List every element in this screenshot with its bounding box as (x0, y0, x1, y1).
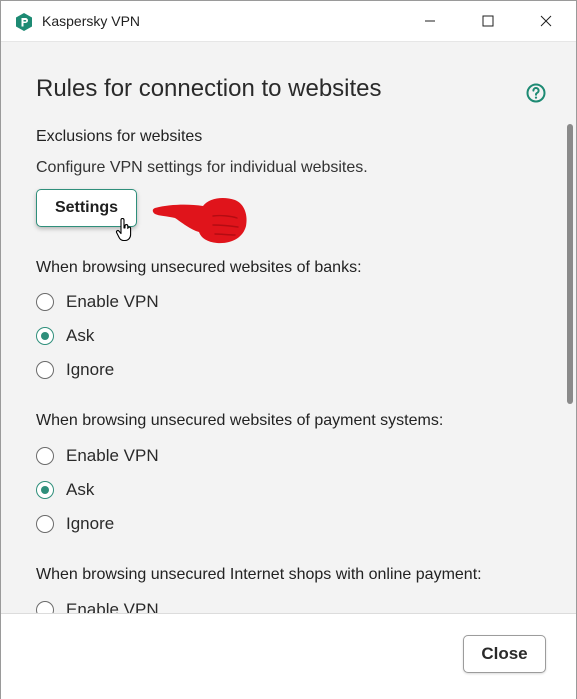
radio-label: Enable VPN (66, 292, 159, 311)
payment-option-enable-vpn[interactable]: Enable VPN (36, 445, 159, 467)
help-circle-icon[interactable] (526, 83, 546, 103)
app-window: Kaspersky VPN Rules for connection to we… (0, 0, 577, 699)
close-button[interactable]: Close (463, 635, 546, 673)
page-title: Rules for connection to websites (36, 75, 382, 102)
radio-button[interactable] (36, 361, 54, 379)
payment-systems-heading: When browsing unsecured websites of paym… (36, 412, 444, 429)
payment-option-ignore[interactable]: Ignore (36, 513, 114, 535)
banks-option-ask[interactable]: Ask (36, 325, 94, 347)
settings-panel: Rules for connection to websites Exclusi… (1, 42, 576, 613)
exclusions-description: Configure VPN settings for individual we… (36, 159, 368, 176)
scrollbar-thumb[interactable] (567, 124, 573, 404)
minimize-button[interactable] (401, 1, 459, 41)
pointing-hand-icon (152, 198, 247, 244)
radio-label: Enable VPN (66, 446, 159, 465)
title-bar: Kaspersky VPN (1, 1, 576, 42)
radio-button[interactable] (36, 515, 54, 533)
shops-option-enable-vpn[interactable]: Enable VPN (36, 599, 159, 613)
close-icon (540, 15, 552, 27)
banks-option-enable-vpn[interactable]: Enable VPN (36, 291, 159, 313)
maximize-icon (482, 15, 494, 27)
window-close-button[interactable] (517, 1, 575, 41)
radio-label: Ask (66, 326, 95, 345)
radio-label: Ask (66, 480, 95, 499)
radio-label: Ignore (66, 360, 115, 379)
exclusions-heading: Exclusions for websites (36, 128, 203, 145)
hand-cursor-icon (115, 218, 132, 242)
banks-heading: When browsing unsecured websites of bank… (36, 259, 362, 276)
kaspersky-logo-icon (16, 13, 32, 31)
payment-option-ask[interactable]: Ask (36, 479, 94, 501)
internet-shops-heading: When browsing unsecured Internet shops w… (36, 566, 482, 583)
dialog-footer: Close (1, 613, 576, 699)
maximize-button[interactable] (459, 1, 517, 41)
banks-option-ignore[interactable]: Ignore (36, 359, 114, 381)
radio-button[interactable] (36, 293, 54, 311)
radio-label: Ignore (66, 514, 115, 533)
minimize-icon (425, 20, 435, 22)
window-title: Kaspersky VPN (42, 13, 141, 29)
radio-label: Enable VPN (66, 600, 159, 613)
radio-button[interactable] (36, 601, 54, 613)
radio-button-selected[interactable] (36, 327, 54, 345)
radio-button-selected[interactable] (36, 481, 54, 499)
radio-button[interactable] (36, 447, 54, 465)
